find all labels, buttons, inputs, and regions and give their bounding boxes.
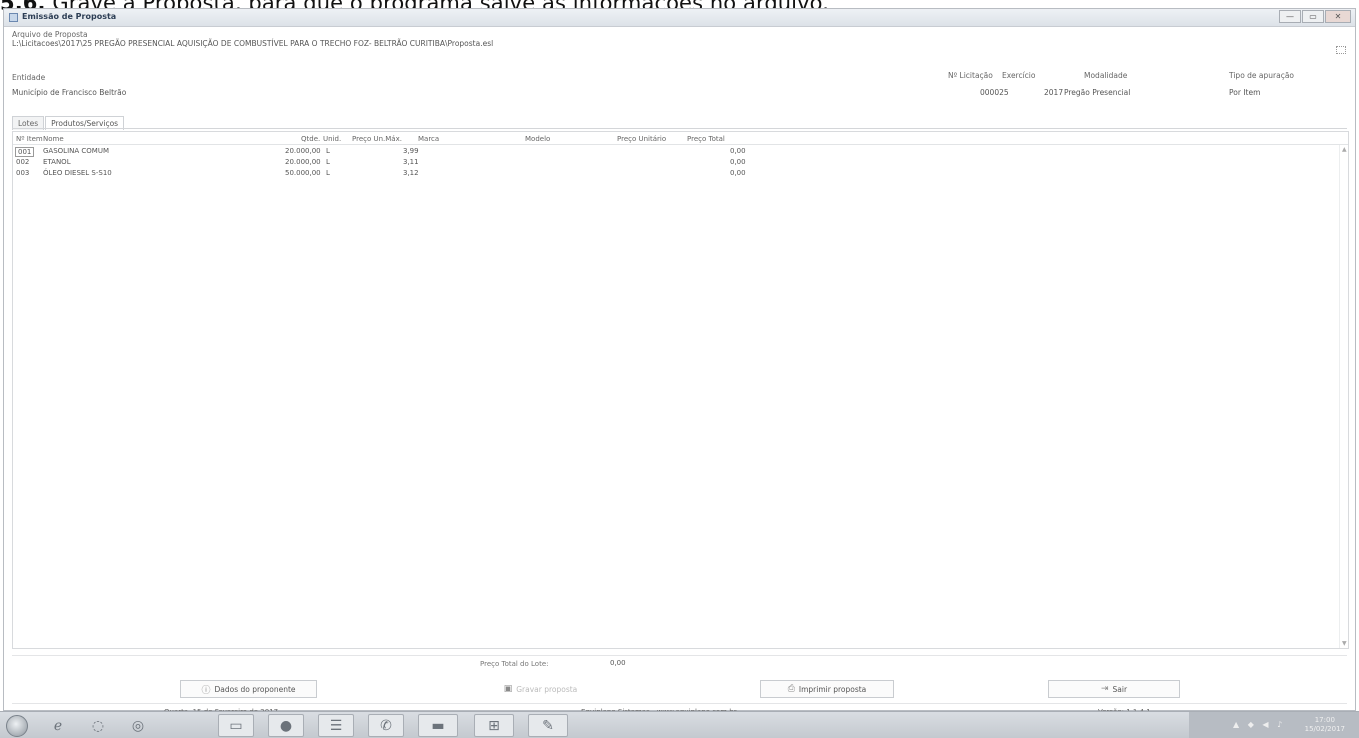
window-titlebar: Emissão de Proposta — ▭ ✕ (4, 9, 1355, 27)
col-header-preco-unit[interactable]: Preço Unitário (617, 135, 666, 143)
cell-item[interactable]: 001 (15, 147, 35, 157)
proposal-window: Emissão de Proposta — ▭ ✕ Arquivo de Pro… (3, 8, 1356, 716)
cell-qtde: 20.000,00 (285, 158, 321, 166)
col-header-preco-max[interactable]: Preço Un.Máx. (352, 135, 402, 143)
cell-preco-total: 0,00 (730, 158, 746, 166)
tab-divider (12, 128, 1347, 129)
items-grid[interactable]: Nº Item Nome Qtde. Unid. Preço Un.Máx. M… (12, 131, 1349, 649)
clock-date: 15/02/2017 (1304, 725, 1345, 733)
file-path[interactable]: L:\Licitacoes\2017\25 PREGÃO PRESENCIAL … (12, 39, 493, 48)
cell-preco-max: 3,99 (403, 147, 419, 155)
close-button[interactable]: ✕ (1325, 10, 1351, 23)
cell-unid: L (326, 169, 330, 177)
col-header-modelo[interactable]: Modelo (525, 135, 550, 143)
licitacao-label: Nº Licitação (948, 71, 993, 80)
cell-item[interactable]: 003 (16, 169, 29, 177)
paint-icon[interactable]: ✎ (528, 714, 568, 737)
maximize-button[interactable]: ▭ (1302, 10, 1324, 23)
window-title: Emissão de Proposta (22, 12, 117, 21)
cell-preco-max: 3,12 (403, 169, 419, 177)
gravar-proposta-label: Gravar proposta (516, 684, 578, 694)
exercicio-value: 2017 (1044, 88, 1064, 97)
ie-icon[interactable]: ℯ (46, 714, 70, 737)
table-row[interactable]: 001 GASOLINA COMUM 20.000,00 L 3,99 0,00 (13, 147, 1348, 157)
exit-icon: ⇥ (1100, 684, 1109, 694)
clock[interactable]: 17:00 15/02/2017 (1305, 716, 1345, 734)
cell-unid: L (326, 147, 330, 155)
print-icon: ⎙ (787, 684, 795, 694)
cell-unid: L (326, 158, 330, 166)
licitacao-value: 000025 (980, 88, 1009, 97)
scroll-down-icon[interactable]: ▼ (1342, 640, 1347, 647)
cell-qtde: 20.000,00 (285, 147, 321, 155)
cell-nome: ETANOL (43, 158, 71, 166)
apuracao-label: Tipo de apuração (1229, 71, 1295, 80)
window-controls: — ▭ ✕ (1279, 10, 1351, 23)
explorer-icon[interactable]: ◌ (86, 714, 110, 737)
save-icon: ▣ (503, 684, 513, 694)
chrome-icon[interactable]: ◎ (124, 714, 152, 737)
grid-header: Nº Item Nome Qtde. Unid. Preço Un.Máx. M… (13, 132, 1348, 145)
modalidade-value: Pregão Presencial (1064, 88, 1131, 97)
app-window-icon[interactable]: ☰ (318, 714, 354, 737)
dados-proponente-label: Dados do proponente (214, 684, 296, 694)
windows-taskbar: ℯ ◌ ◎ ▭ ● ☰ ✆ ▬ ⊞ ✎ ▲ ◆ ◀ ♪ 17:00 15/02/… (0, 711, 1359, 738)
scroll-up-icon[interactable]: ▲ (1342, 146, 1347, 153)
entity-value: Município de Francisco Beltrão (12, 88, 127, 97)
cell-preco-max: 3,11 (403, 158, 419, 166)
table-row[interactable]: 003 ÓLEO DIESEL S-S10 50.000,00 L 3,12 0… (13, 169, 1348, 179)
col-header-marca[interactable]: Marca (418, 135, 439, 143)
col-header-unid[interactable]: Unid. (323, 135, 341, 143)
apuracao-value: Por Item (1229, 88, 1261, 97)
skype-icon[interactable]: ✆ (368, 714, 404, 737)
col-header-qtde[interactable]: Qtde. (301, 135, 320, 143)
col-header-item[interactable]: Nº Item (16, 135, 43, 143)
status-divider (12, 703, 1347, 704)
sair-label: Sair (1112, 684, 1128, 694)
equiplano-app-icon[interactable]: ⊞ (474, 714, 514, 737)
cell-preco-total: 0,00 (730, 169, 746, 177)
imprimir-proposta-button[interactable]: ⎙ Imprimir proposta (760, 680, 894, 698)
cell-preco-total: 0,00 (730, 147, 746, 155)
total-value: 0,00 (610, 659, 626, 667)
cell-qtde: 50.000,00 (285, 169, 321, 177)
exercicio-label: Exercício (1002, 71, 1036, 80)
dados-proponente-button[interactable]: ⓘ Dados do proponente (180, 680, 317, 698)
system-tray: ▲ ◆ ◀ ♪ 17:00 15/02/2017 (1189, 712, 1359, 738)
cell-item[interactable]: 002 (16, 158, 29, 166)
sair-button[interactable]: ⇥ Sair (1048, 680, 1180, 698)
file-label: Arquivo de Proposta (12, 30, 88, 39)
modalidade-label: Modalidade (1084, 71, 1128, 80)
col-header-preco-total[interactable]: Preço Total (687, 135, 725, 143)
app-icon (9, 13, 18, 22)
clock-time: 17:00 (1314, 716, 1335, 724)
imprimir-proposta-label: Imprimir proposta (798, 684, 867, 694)
folder-icon[interactable]: ▭ (218, 714, 254, 737)
cell-nome: GASOLINA COMUM (43, 147, 109, 155)
gravar-proposta-button[interactable]: ▣ Gravar proposta (472, 680, 609, 698)
vertical-scrollbar[interactable]: ▲ ▼ (1339, 145, 1348, 648)
table-row[interactable]: 002 ETANOL 20.000,00 L 3,11 0,00 (13, 158, 1348, 168)
col-header-nome[interactable]: Nome (43, 135, 64, 143)
tray-icons[interactable]: ▲ ◆ ◀ ♪ (1233, 720, 1285, 729)
media-player-icon[interactable]: ● (268, 714, 304, 737)
info-icon: ⓘ (201, 685, 211, 696)
entity-label: Entidade (12, 73, 46, 82)
browse-button[interactable] (1336, 46, 1346, 54)
start-button[interactable] (6, 715, 28, 737)
image-viewer-icon[interactable]: ▬ (418, 714, 458, 737)
total-divider (12, 655, 1347, 656)
total-label: Preço Total do Lote: (480, 660, 549, 668)
cell-nome: ÓLEO DIESEL S-S10 (43, 169, 112, 177)
minimize-button[interactable]: — (1279, 10, 1301, 23)
